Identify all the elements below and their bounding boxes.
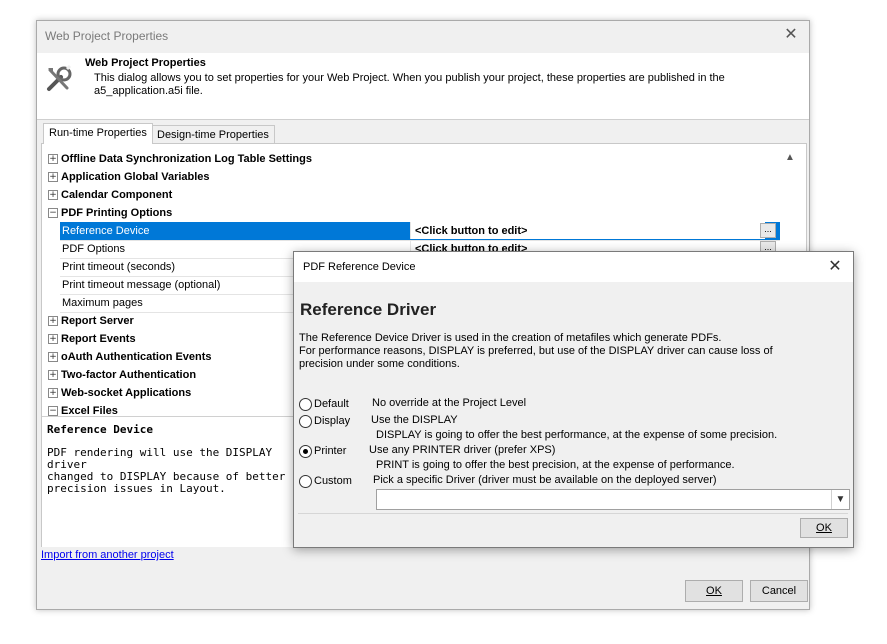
description-text: PDF rendering will use the DISPLAY drive… bbox=[47, 446, 312, 495]
option-description: No override at the Project Level bbox=[372, 397, 527, 409]
option-subtext: PRINT is going to offer the best precisi… bbox=[376, 459, 735, 471]
property-label: PDF Options bbox=[62, 243, 125, 255]
tree-node-pdf-printing[interactable]: − PDF Printing Options bbox=[46, 204, 780, 222]
expand-icon[interactable]: + bbox=[48, 154, 58, 164]
collapse-icon[interactable]: − bbox=[48, 208, 58, 218]
tools-icon bbox=[45, 64, 73, 93]
option-description: Use the DISPLAY bbox=[371, 414, 458, 426]
option-subtext: DISPLAY is going to offer the best perfo… bbox=[376, 429, 778, 441]
description-line: For performance reasons, DISPLAY is pref… bbox=[299, 345, 773, 357]
property-label: Print timeout (seconds) bbox=[62, 261, 176, 273]
tree-node-label: Report Server bbox=[61, 315, 134, 327]
tree-node-label: Two-factor Authentication bbox=[61, 369, 197, 381]
radio-display[interactable] bbox=[299, 415, 312, 428]
option-label: Display bbox=[314, 415, 351, 427]
dialog-title: PDF Reference Device bbox=[303, 261, 416, 273]
property-value: <Click button to edit> bbox=[410, 222, 765, 239]
ok-label: OK bbox=[816, 522, 832, 534]
property-reference-device[interactable]: Reference Device <Click button to edit> … bbox=[46, 222, 780, 241]
expand-icon[interactable]: + bbox=[48, 316, 58, 326]
chevron-down-icon[interactable]: ▼ bbox=[831, 490, 849, 509]
option-label: Printer bbox=[314, 445, 347, 457]
property-label: Maximum pages bbox=[62, 297, 143, 309]
expand-icon[interactable]: + bbox=[48, 388, 58, 398]
dialog-body: Reference Driver The Reference Device Dr… bbox=[294, 282, 853, 547]
radio-custom[interactable] bbox=[299, 475, 312, 488]
description-line: precision under some conditions. bbox=[299, 358, 460, 370]
tree-node-label: Calendar Component bbox=[61, 189, 173, 201]
tree-node-label: oAuth Authentication Events bbox=[61, 351, 212, 363]
tree-node-label: Web-socket Applications bbox=[61, 387, 192, 399]
expand-icon[interactable]: + bbox=[48, 334, 58, 344]
edit-button[interactable]: ... bbox=[760, 223, 776, 238]
window-title: Web Project Properties bbox=[45, 29, 169, 43]
tree-node-label: PDF Printing Options bbox=[61, 207, 173, 219]
import-project-link[interactable]: Import from another project bbox=[41, 549, 174, 561]
description-title: Reference Device bbox=[47, 423, 153, 436]
ok-button[interactable]: OK bbox=[685, 580, 743, 602]
tree-node-global-variables[interactable]: + Application Global Variables bbox=[46, 168, 780, 186]
dialog-heading: Reference Driver bbox=[300, 300, 437, 319]
collapse-icon[interactable]: − bbox=[48, 406, 58, 416]
header-heading: Web Project Properties bbox=[85, 57, 206, 69]
tree-node-label: Offline Data Synchronization Log Table S… bbox=[61, 153, 312, 165]
option-label: Default bbox=[314, 398, 349, 410]
radio-default[interactable] bbox=[299, 398, 312, 411]
option-label: Custom bbox=[314, 475, 352, 487]
pdf-reference-device-dialog: PDF Reference Device ✕ Reference Driver … bbox=[293, 251, 854, 548]
tab-runtime-properties[interactable]: Run-time Properties bbox=[43, 123, 153, 144]
tree-node-label: Report Events bbox=[61, 333, 136, 345]
close-icon[interactable]: ✕ bbox=[825, 257, 845, 277]
ok-label: OK bbox=[706, 585, 722, 597]
close-icon[interactable]: ✕ bbox=[781, 25, 801, 45]
ok-button[interactable]: OK bbox=[800, 518, 848, 538]
radio-printer[interactable] bbox=[299, 445, 312, 458]
property-label: Reference Device bbox=[62, 225, 150, 237]
divider bbox=[298, 513, 848, 514]
description-line: The Reference Device Driver is used in t… bbox=[299, 332, 722, 344]
tree-node-label: Application Global Variables bbox=[61, 171, 210, 183]
expand-icon[interactable]: + bbox=[48, 352, 58, 362]
tab-designtime-properties[interactable]: Design-time Properties bbox=[151, 125, 275, 144]
expand-icon[interactable]: + bbox=[48, 370, 58, 380]
tree-node-calendar[interactable]: + Calendar Component bbox=[46, 186, 780, 204]
header-description: This dialog allows you to set properties… bbox=[94, 72, 725, 97]
expand-icon[interactable]: + bbox=[48, 172, 58, 182]
option-description: Use any PRINTER driver (prefer XPS) bbox=[369, 444, 556, 456]
cancel-label: Cancel bbox=[761, 585, 797, 597]
expand-icon[interactable]: + bbox=[48, 190, 58, 200]
scroll-up-icon[interactable]: ▲ bbox=[782, 150, 798, 166]
property-label: Print timeout message (optional) bbox=[62, 279, 221, 291]
tree-node-offline-sync[interactable]: + Offline Data Synchronization Log Table… bbox=[46, 150, 780, 168]
cancel-button[interactable]: Cancel bbox=[750, 580, 808, 602]
driver-dropdown[interactable]: ▼ bbox=[376, 489, 850, 510]
dialog-titlebar: PDF Reference Device ✕ bbox=[294, 252, 853, 282]
option-description: Pick a specific Driver (driver must be a… bbox=[373, 474, 717, 486]
dialog-description: The Reference Device Driver is used in t… bbox=[299, 332, 839, 371]
